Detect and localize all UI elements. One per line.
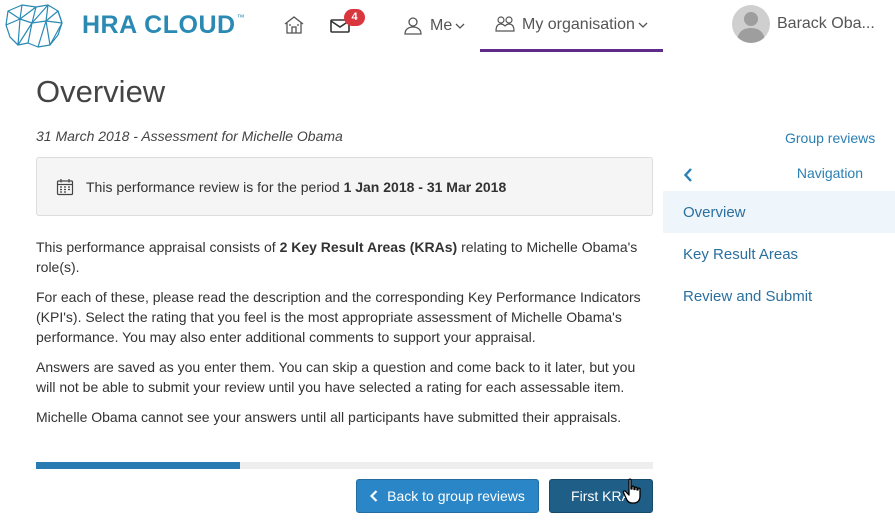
sidebar-item-overview[interactable]: Overview [663, 191, 895, 233]
brand-name: HRA CLOUD™ [82, 10, 246, 39]
page-title: Overview [36, 74, 166, 109]
progress-bar [36, 462, 653, 469]
chevron-left-icon[interactable] [683, 167, 693, 183]
calendar-icon [56, 178, 74, 195]
person-icon [404, 17, 422, 35]
visibility-paragraph: Michelle Obama cannot see your answers u… [36, 409, 622, 425]
back-to-group-reviews-button[interactable]: Back to group reviews [356, 479, 539, 513]
top-nav-bar: HRA CLOUD™ 4 Me My organisation Barack O… [0, 0, 895, 52]
intro-paragraph: This performance appraisal consists of 2… [36, 239, 638, 275]
chevron-down-icon [638, 21, 648, 29]
home-icon[interactable] [282, 13, 306, 37]
navigation-title: Navigation [796, 165, 863, 181]
period-text: This performance review is for the perio… [86, 178, 507, 195]
instructions-paragraph: For each of these, please read the descr… [36, 289, 641, 345]
people-icon [495, 15, 515, 32]
sidebar-item-label: Key Result Areas [683, 245, 799, 263]
saving-paragraph: Answers are saved as you enter them. You… [36, 359, 636, 395]
assessment-subtitle: 31 March 2018 - Assessment for Michelle … [36, 128, 343, 144]
hand-cursor-icon [622, 478, 644, 511]
user-menu[interactable]: Barack Oba... [732, 4, 875, 44]
sidebar-item-review-and-submit[interactable]: Review and Submit [663, 275, 895, 317]
back-button-label: Back to group reviews [387, 488, 525, 504]
user-name: Barack Oba... [777, 15, 875, 32]
sidebar-item-label: Review and Submit [683, 287, 813, 305]
group-reviews-link[interactable]: Group reviews [785, 130, 875, 146]
logo-icon [5, 4, 63, 48]
chevron-left-icon [370, 490, 378, 502]
me-menu-label: Me [430, 17, 453, 34]
me-menu[interactable]: Me [402, 0, 465, 52]
period-range: 1 Jan 2018 - 31 Mar 2018 [343, 178, 507, 195]
my-organisation-label: My organisation [522, 15, 635, 33]
chevron-down-icon [455, 22, 465, 30]
mail-badge: 4 [344, 9, 365, 26]
period-info-box: This performance review is for the perio… [36, 157, 653, 216]
avatar [732, 5, 770, 43]
brand-logo[interactable]: HRA CLOUD™ [2, 1, 245, 49]
progress-bar-fill [36, 462, 240, 469]
sidebar-item-key-result-areas[interactable]: Key Result Areas [663, 233, 895, 275]
my-organisation-menu[interactable]: My organisation [480, 0, 663, 52]
sidebar-item-label: Overview [683, 203, 746, 221]
navigation-header: Navigation [683, 165, 873, 187]
